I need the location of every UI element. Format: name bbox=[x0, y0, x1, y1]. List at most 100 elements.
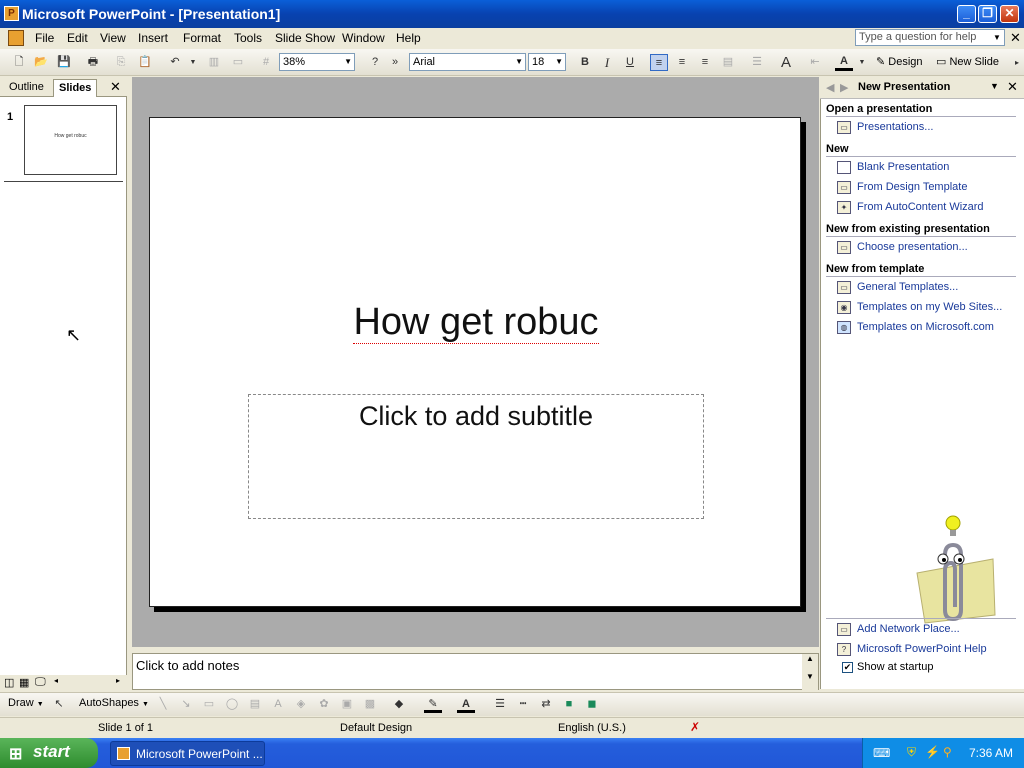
clipart-icon[interactable]: ✿ bbox=[315, 696, 333, 713]
zoom-combo[interactable]: 38% ▼ bbox=[279, 53, 355, 71]
open-icon[interactable]: 📂 bbox=[32, 54, 50, 71]
bold-icon[interactable]: B bbox=[576, 54, 594, 71]
scroll-left-icon[interactable]: ◂ bbox=[54, 676, 58, 685]
font-color-dropdown-icon[interactable]: ▼ bbox=[853, 54, 871, 71]
office-assistant[interactable] bbox=[905, 515, 1000, 627]
copy-icon[interactable]: ⎘ bbox=[112, 54, 130, 71]
font-color-icon[interactable]: A bbox=[835, 54, 853, 71]
menu-help[interactable]: Help bbox=[396, 31, 421, 45]
menu-file[interactable]: File bbox=[35, 31, 54, 45]
back-icon[interactable]: ◀ bbox=[826, 81, 834, 94]
slide-title-placeholder[interactable]: How get robuc bbox=[150, 301, 802, 344]
design-button[interactable]: ✎ Design bbox=[876, 55, 923, 68]
notes-scrollbar[interactable]: ▲ ▼ bbox=[802, 654, 818, 690]
close-pane-icon[interactable]: ✕ bbox=[110, 79, 121, 95]
link-add-network-place[interactable]: Add Network Place... bbox=[857, 623, 960, 635]
close-document-icon[interactable]: ✕ bbox=[1010, 30, 1021, 46]
slide-canvas[interactable]: How get robuc Click to add subtitle bbox=[149, 117, 801, 607]
shadow-icon[interactable]: ▩ bbox=[361, 696, 379, 713]
link-powerpoint-help[interactable]: Microsoft PowerPoint Help bbox=[857, 643, 987, 655]
shadow-style-icon[interactable]: ■ bbox=[560, 696, 578, 713]
notes-pane[interactable]: Click to add notes bbox=[132, 653, 819, 690]
link-autocontent-wizard[interactable]: From AutoContent Wizard bbox=[857, 201, 984, 213]
slide-show-icon[interactable]: 🖵 bbox=[35, 676, 46, 689]
arrow-icon[interactable]: ↘ bbox=[177, 696, 195, 713]
link-general-templates[interactable]: General Templates... bbox=[857, 281, 958, 293]
link-choose-presentation[interactable]: Choose presentation... bbox=[857, 241, 968, 253]
undo-icon[interactable]: ↶ bbox=[166, 54, 184, 71]
arrow-style-icon[interactable]: ⇄ bbox=[537, 696, 555, 713]
line-color-icon[interactable]: ✎ bbox=[424, 696, 442, 713]
link-blank-presentation[interactable]: Blank Presentation bbox=[857, 161, 949, 173]
toolbar-options-icon[interactable]: ▸ bbox=[1008, 54, 1024, 71]
help-search-input[interactable]: Type a question for help bbox=[855, 29, 1005, 46]
increase-font-icon[interactable]: A bbox=[777, 54, 795, 71]
menu-window[interactable]: Window bbox=[342, 31, 385, 45]
insert-chart-icon[interactable]: ▥ bbox=[205, 54, 223, 71]
bullets-icon[interactable]: ☰ bbox=[748, 54, 766, 71]
paste-icon[interactable]: 📋 bbox=[136, 54, 154, 71]
tab-slides[interactable]: Slides bbox=[53, 79, 98, 97]
scroll-right-icon[interactable]: ▸ bbox=[116, 676, 120, 685]
print-icon[interactable]: 🖶 bbox=[84, 54, 102, 71]
menu-view[interactable]: View bbox=[100, 31, 126, 45]
menu-edit[interactable]: Edit bbox=[67, 31, 88, 45]
align-left-icon[interactable]: ≡ bbox=[650, 54, 668, 71]
minimize-button[interactable]: _ bbox=[957, 5, 976, 23]
forward-icon[interactable]: ▶ bbox=[840, 81, 848, 94]
font-size-combo[interactable]: 18 ▼ bbox=[528, 53, 566, 71]
justify-icon[interactable]: ▤ bbox=[719, 54, 737, 71]
chevron-down-icon[interactable]: ▼ bbox=[993, 33, 1001, 42]
slide-thumbnail[interactable]: How get robuc bbox=[24, 105, 117, 175]
new-slide-button[interactable]: ▭ New Slide bbox=[936, 55, 999, 68]
taskbar-powerpoint-button[interactable]: Microsoft PowerPoint ... bbox=[110, 741, 265, 766]
security-shield-icon[interactable]: ⛨ bbox=[907, 745, 916, 760]
close-task-pane-icon[interactable]: ✕ bbox=[1007, 79, 1018, 95]
network-icon[interactable]: ⚡ bbox=[925, 745, 940, 759]
align-right-icon[interactable]: ≡ bbox=[696, 54, 714, 71]
menu-slide-show[interactable]: Slide Show bbox=[275, 31, 335, 45]
link-presentations[interactable]: Presentations... bbox=[857, 121, 933, 133]
save-icon[interactable]: 💾 bbox=[55, 54, 73, 71]
show-at-startup-checkbox[interactable]: ✔ bbox=[842, 662, 853, 673]
insert-table-icon[interactable]: ▭ bbox=[229, 54, 247, 71]
close-button[interactable]: ✕ bbox=[1000, 5, 1019, 23]
link-from-design-template[interactable]: From Design Template bbox=[857, 181, 967, 193]
chevron-down-icon[interactable]: ▼ bbox=[990, 81, 999, 91]
search-icon[interactable]: ⚲ bbox=[943, 745, 952, 759]
new-icon[interactable]: 🗋 bbox=[10, 54, 28, 71]
dash-style-icon[interactable]: ┅ bbox=[514, 696, 532, 713]
link-templates-microsoft[interactable]: Templates on Microsoft.com bbox=[857, 321, 994, 333]
spelling-error-icon[interactable]: ✗ bbox=[690, 720, 700, 734]
wordart-icon[interactable]: A bbox=[269, 696, 287, 713]
autoshapes-button[interactable]: AutoShapes ▼ bbox=[79, 697, 149, 709]
diagram-icon[interactable]: ◈ bbox=[292, 696, 310, 713]
oval-icon[interactable]: ◯ bbox=[223, 696, 241, 713]
draw-menu-button[interactable]: Draw ▼ bbox=[8, 697, 44, 709]
menu-insert[interactable]: Insert bbox=[138, 31, 168, 45]
rectangle-icon[interactable]: ▭ bbox=[200, 696, 218, 713]
more-buttons-icon[interactable]: » bbox=[386, 54, 404, 71]
picture-icon[interactable]: ▣ bbox=[338, 696, 356, 713]
slide-sorter-icon[interactable]: ▦ bbox=[19, 676, 29, 689]
normal-view-icon[interactable]: ◫ bbox=[4, 676, 14, 689]
link-templates-web-sites[interactable]: Templates on my Web Sites... bbox=[857, 301, 1002, 313]
start-button[interactable]: ⊞ start bbox=[0, 738, 98, 768]
help-icon[interactable]: ? bbox=[366, 54, 384, 71]
decrease-indent-icon[interactable]: ⇤ bbox=[806, 54, 824, 71]
select-objects-icon[interactable]: ↖ bbox=[50, 696, 68, 713]
menu-tools[interactable]: Tools bbox=[234, 31, 262, 45]
italic-icon[interactable]: I bbox=[598, 54, 616, 71]
align-center-icon[interactable]: ≡ bbox=[673, 54, 691, 71]
3d-style-icon[interactable]: ◼ bbox=[583, 696, 601, 713]
grid-icon[interactable]: # bbox=[257, 54, 275, 71]
menu-format[interactable]: Format bbox=[183, 31, 221, 45]
fill-color-icon[interactable]: ◆ bbox=[390, 696, 408, 713]
line-style-icon[interactable]: ☰ bbox=[491, 696, 509, 713]
tab-outline[interactable]: Outline bbox=[4, 79, 49, 97]
font-combo[interactable]: Arial ▼ bbox=[409, 53, 526, 71]
subtitle-placeholder[interactable]: Click to add subtitle bbox=[248, 394, 704, 519]
line-icon[interactable]: ╲ bbox=[154, 696, 172, 713]
keyboard-icon[interactable]: ⌨ bbox=[873, 746, 890, 760]
underline-icon[interactable]: U bbox=[621, 54, 639, 71]
